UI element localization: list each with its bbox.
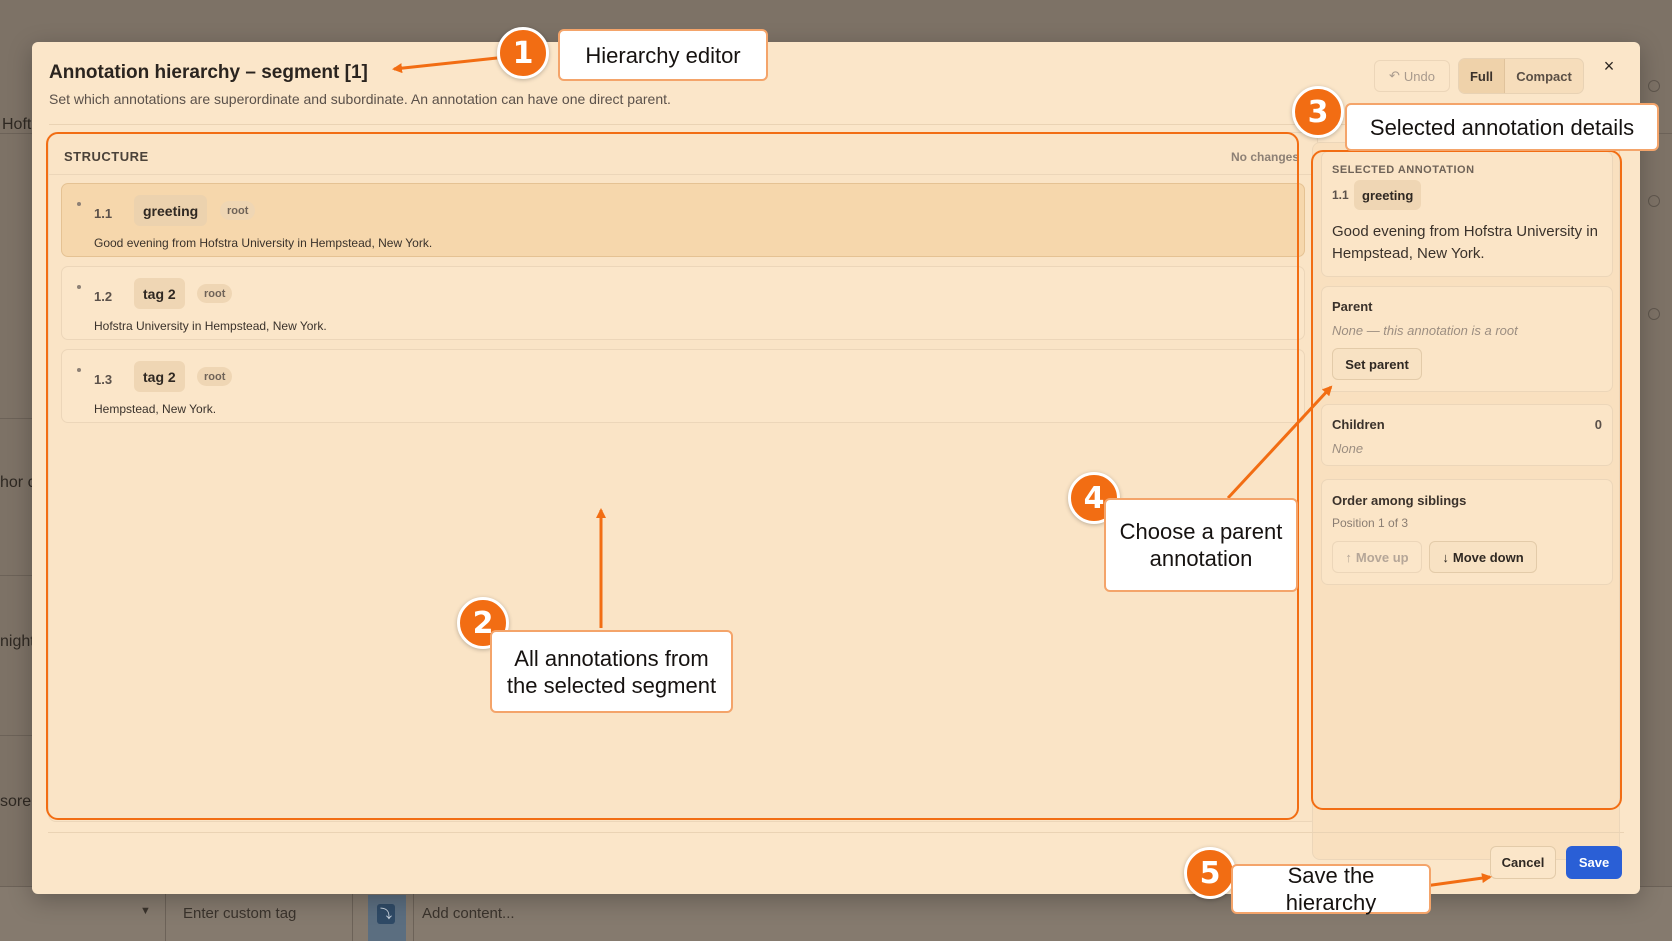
bg-cell [413,887,414,941]
root-badge: root [197,367,233,386]
children-heading: Children [1332,417,1385,432]
callout-label-4: Choose a parent annotation [1104,498,1298,592]
selected-text: Good evening from Hofstra University in … [1332,223,1598,262]
bg-radio [1648,80,1660,92]
bg-content-input: Add content... [422,905,515,922]
arrow-up-icon: ↑ [1345,549,1352,565]
bg-cell [165,887,166,941]
selected-annotation-card: SELECTED ANNOTATION 1.1 greeting Good ev… [1321,151,1613,277]
callout-number-1: 1 [497,27,549,79]
bg-button: ⤵ [368,895,406,941]
bg-fragment: night [0,633,35,650]
annotation-number: 1.2 [94,289,113,304]
bg-radio [1648,308,1660,320]
bg-fragment: Hoft [2,116,32,133]
modal-subtitle: Set which annotations are superordinate … [49,91,671,107]
cancel-button[interactable]: Cancel [1490,846,1556,879]
arrow-down-icon: ↓ [1442,549,1449,565]
callout-label-3: Selected annotation details [1345,103,1659,151]
bullet-icon [77,285,81,289]
details-panel: SELECTED ANNOTATION 1.1 greeting Good ev… [1312,142,1620,860]
move-up-label: Move up [1355,549,1409,565]
move-up-button[interactable]: ↑ Move up [1332,541,1422,573]
bg-radio [1648,195,1660,207]
move-down-label: Move down [1452,549,1524,565]
change-status: No changes [1230,150,1299,164]
callout-number-3: 3 [1292,86,1344,138]
bg-divider [0,418,32,419]
bullet-icon [77,368,81,372]
modal-title: Annotation hierarchy – segment [1] [49,62,368,83]
callout-number-5: 5 [1184,847,1236,899]
bg-divider [0,133,32,134]
structure-heading: STRUCTURE [64,149,149,164]
root-badge: root [197,284,233,303]
annotation-text: Hempstead, New York. [94,402,217,416]
selected-tag: greeting [1354,180,1422,210]
annotation-number: 1.1 [94,206,113,221]
view-full-button[interactable]: Full [1459,59,1505,93]
callout-label-5: Save the hierarchy [1231,863,1431,915]
annotation-row-1-3[interactable]: 1.3 tag 2 root Hempstead, New York. [61,349,1305,423]
view-toggle: Full Compact [1458,58,1584,94]
bg-fragment: sore [0,793,32,810]
children-count: 0 [1594,417,1602,432]
bg-cell [352,887,353,941]
annotation-tag: tag 2 [134,278,185,309]
close-icon[interactable]: × [1597,54,1621,78]
order-heading: Order among siblings [1332,493,1467,508]
selected-number: 1.1 [1332,188,1349,202]
children-card: Children 0 None [1321,404,1613,466]
bg-return-icon: ⤵ [377,904,395,924]
undo-button[interactable]: ↶ Undo [1374,60,1450,92]
callout-label-2: All annotations from the selected segmen… [490,630,733,713]
bg-dropdown-caret-icon: ▼ [140,905,151,917]
order-value: Position 1 of 3 [1332,516,1409,530]
parent-card: Parent None — this annotation is a root … [1321,286,1613,392]
bullet-icon [77,202,81,206]
view-compact-button[interactable]: Compact [1505,59,1583,93]
bg-custom-tag-input: Enter custom tag [183,905,297,922]
annotation-row-1-1[interactable]: 1.1 greeting root Good evening from Hofs… [61,183,1305,257]
hierarchy-modal: Annotation hierarchy – segment [1] Set w… [32,42,1640,894]
undo-icon: ↶ [1389,68,1400,83]
annotation-tag: greeting [134,195,208,226]
undo-label: Undo [1403,68,1435,84]
bg-divider [0,575,32,576]
annotation-tag: tag 2 [134,361,185,392]
annotation-text: Good evening from Hofstra University in … [94,236,433,250]
save-button[interactable]: Save [1566,846,1622,879]
children-value: None [1332,441,1364,456]
order-card: Order among siblings Position 1 of 3 ↑ M… [1321,479,1613,585]
annotation-number: 1.3 [94,372,113,387]
bg-fragment: hor c [0,474,36,491]
root-badge: root [220,201,256,220]
callout-label-1: Hierarchy editor [558,29,768,81]
move-down-button[interactable]: ↓ Move down [1429,541,1537,573]
selected-caption: SELECTED ANNOTATION [1332,164,1475,176]
set-parent-button[interactable]: Set parent [1332,348,1422,380]
bg-divider [0,735,32,736]
parent-value: None — this annotation is a root [1332,323,1518,338]
parent-heading: Parent [1332,299,1373,314]
annotation-row-1-2[interactable]: 1.2 tag 2 root Hofstra University in Hem… [61,266,1305,340]
footer-divider [48,832,1624,833]
annotation-text: Hofstra University in Hempstead, New Yor… [94,319,327,333]
structure-panel: STRUCTURE No changes 1.1 greeting root G… [48,132,1318,822]
structure-header: STRUCTURE No changes [49,133,1317,175]
